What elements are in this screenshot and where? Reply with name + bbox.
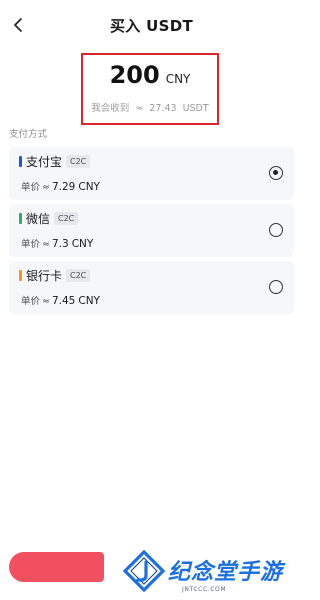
payment-section-label: 支付方式 — [9, 129, 48, 140]
price-value: 7.3 — [51, 238, 69, 250]
price-value: 7.29 — [51, 181, 76, 193]
price-value: 7.45 — [51, 295, 76, 307]
c2c-badge: C2C — [66, 155, 91, 168]
unit-price: 单价 ≈7.29 CNY — [21, 175, 100, 194]
receive-approx: ≈ — [135, 103, 144, 114]
price-label: 单价 — [21, 296, 41, 307]
radio-button-selected[interactable] — [269, 166, 283, 180]
c2c-badge: C2C — [66, 269, 91, 282]
watermark-text: 纪念堂手游 — [168, 560, 284, 585]
payment-color-marker — [19, 270, 22, 281]
confirm-buy-button[interactable] — [9, 552, 104, 582]
unit-price: 单价 ≈7.45 CNY — [21, 289, 100, 308]
payment-name: 支付宝 — [26, 155, 63, 169]
price-label: 单价 — [21, 182, 41, 193]
payment-option-wechat[interactable]: 微信 C2C 单价 ≈7.3 CNY — [9, 204, 294, 257]
receive-unit: USDT — [182, 103, 209, 114]
page-title: 买入 USDT — [110, 17, 193, 35]
amount-row: 200 CNY — [83, 61, 217, 89]
radio-button[interactable] — [269, 223, 283, 237]
price-label: 单价 — [21, 239, 41, 250]
receive-estimate: 我会收到 ≈ 27.43 USDT — [83, 100, 217, 114]
amount-value: 200 — [109, 61, 160, 89]
payment-option-bank-card[interactable]: 银行卡 C2C 单价 ≈7.45 CNY — [9, 261, 294, 314]
price-approx: ≈ — [42, 296, 50, 307]
payment-name: 微信 — [26, 212, 51, 226]
price-unit: CNY — [71, 238, 94, 250]
payment-option-alipay[interactable]: 支付宝 C2C 单价 ≈7.29 CNY — [9, 147, 294, 200]
amount-unit: CNY — [165, 72, 191, 86]
radio-button[interactable] — [269, 280, 283, 294]
payment-color-marker — [19, 156, 22, 167]
receive-label: 我会收到 — [91, 103, 130, 114]
price-unit: CNY — [78, 295, 100, 307]
top-nav-bar: 买入 USDT — [0, 0, 303, 50]
payment-color-marker — [19, 213, 22, 224]
watermark: 纪念堂手游 JNTCCC.COM — [120, 548, 303, 600]
payment-name: 银行卡 — [26, 269, 63, 283]
c2c-badge: C2C — [54, 212, 79, 225]
amount-summary-box: 200 CNY 我会收到 ≈ 27.43 USDT — [81, 53, 219, 125]
price-approx: ≈ — [42, 182, 50, 193]
price-unit: CNY — [78, 181, 100, 193]
receive-value: 27.43 — [149, 103, 177, 114]
j-diamond-logo — [123, 550, 165, 592]
watermark-subtext: JNTCCC.COM — [182, 586, 227, 593]
unit-price: 单价 ≈7.3 CNY — [21, 232, 93, 251]
price-approx: ≈ — [42, 239, 50, 250]
